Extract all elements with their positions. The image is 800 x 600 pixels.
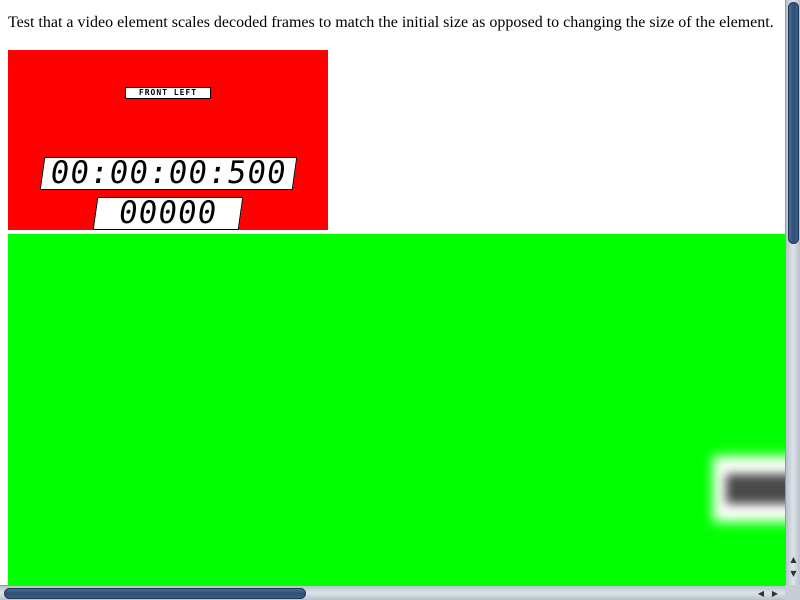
vertical-scrollbar[interactable]: ▲ ▼ <box>785 0 800 585</box>
timecode-display: 00:00:00:500 <box>39 157 298 190</box>
scroll-down-icon[interactable]: ▼ <box>788 568 799 580</box>
scaled-frame-artifact-text <box>726 474 785 504</box>
scrollbar-corner <box>785 585 800 600</box>
test-description: Test that a video element scales decoded… <box>8 14 774 31</box>
scroll-up-icon[interactable]: ▲ <box>788 554 799 566</box>
page-viewport: Test that a video element scales decoded… <box>0 0 785 585</box>
horizontal-scrollbar-thumb[interactable] <box>4 588 306 599</box>
horizontal-scrollbar[interactable]: ◀ ▶ <box>0 585 785 600</box>
channel-label: FRONT LEFT <box>125 87 211 99</box>
frame-count-display: 00000 15 <box>92 197 244 230</box>
scroll-left-icon[interactable]: ◀ <box>755 587 767 600</box>
scroll-right-icon[interactable]: ▶ <box>769 587 781 600</box>
video-element-large[interactable] <box>8 234 785 585</box>
vertical-scrollbar-thumb[interactable] <box>788 2 799 244</box>
